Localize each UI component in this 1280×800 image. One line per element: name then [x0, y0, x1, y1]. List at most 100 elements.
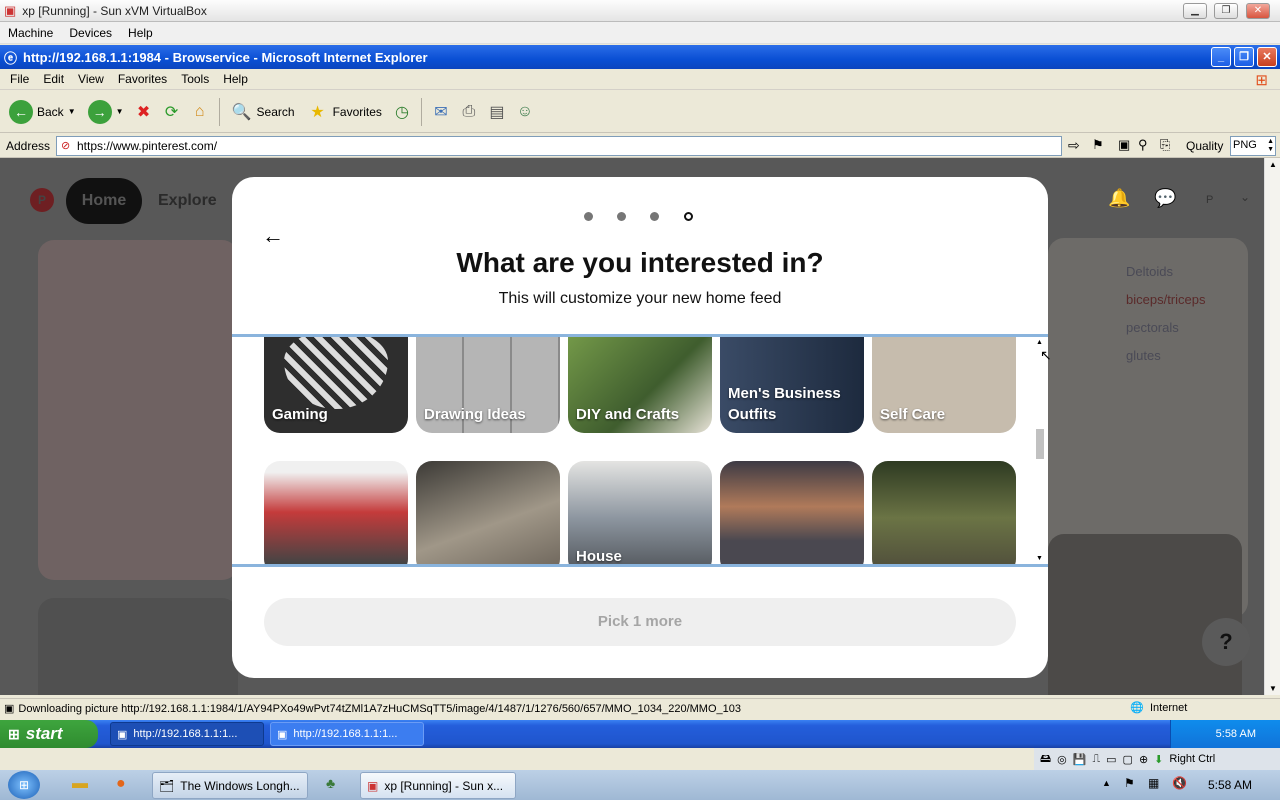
explorer-icon[interactable]: ▬ [72, 775, 88, 793]
topic-card-diy-crafts[interactable]: DIY and Crafts [568, 337, 712, 433]
back-arrow-icon[interactable]: ← [262, 223, 284, 249]
back-arrow-icon: ← [9, 99, 33, 124]
xp-taskbar-ie-window-1[interactable]: ▣ http://192.168.1.1:1... [110, 722, 264, 746]
floppy-icon[interactable]: 💾 [1073, 753, 1087, 766]
notifications-icon[interactable]: 🔔 [1108, 188, 1130, 209]
usb-icon[interactable]: ⎍ [1092, 753, 1100, 766]
favorites-button[interactable]: ★ Favorites [304, 96, 385, 128]
address-bar: Address ⊘ https://www.pinterest.com/ ⇨ ⚑… [0, 134, 1280, 158]
print-icon[interactable]: ⎙ [458, 101, 480, 123]
vbox-restore-button[interactable]: ❐ [1214, 3, 1238, 19]
hdd-icon[interactable]: 🖴 [1040, 750, 1051, 769]
go-arrow-icon[interactable]: ⇨ [1068, 137, 1080, 154]
home-icon[interactable]: ⌂ [189, 101, 211, 123]
vbox-title-bar: ▣ xp [Running] - Sun xVM VirtualBox ▁ ❐ … [0, 0, 1280, 22]
ie-menu-file[interactable]: File [10, 72, 29, 86]
vbox-close-button[interactable]: ✕ [1246, 3, 1270, 19]
volume-muted-icon[interactable]: 🔇 [1172, 776, 1187, 790]
vbox-menu-help[interactable]: Help [128, 26, 153, 40]
pinterest-logo[interactable]: P [30, 188, 54, 212]
ie-maximize-button[interactable]: ❐ [1234, 47, 1254, 67]
ie-menu-tools[interactable]: Tools [181, 72, 209, 86]
topic-card-wildlife[interactable] [872, 461, 1016, 564]
scroll-down-icon[interactable]: ▼ [1269, 684, 1277, 693]
windows-taskbar-longhorn[interactable]: 🗂 The Windows Longh... [152, 772, 308, 799]
note-biceps: biceps/triceps [1126, 292, 1206, 307]
ie-menu-favorites[interactable]: Favorites [118, 72, 167, 86]
topic-card-writing[interactable] [416, 461, 560, 564]
mail-icon[interactable]: ✉ [430, 101, 452, 123]
search-button[interactable]: 🔍 Search [228, 96, 298, 128]
history-icon[interactable]: ◷ [391, 101, 413, 123]
topic-card-mens-business-outfits[interactable]: Men's Business Outfits [720, 337, 864, 433]
windows-start-orb[interactable]: ⊞ [8, 771, 40, 799]
grid-scrollbar[interactable]: ▲ ▼ [1034, 337, 1046, 564]
topic-card-zen[interactable] [720, 461, 864, 564]
ie-minimize-button[interactable]: _ [1211, 47, 1231, 67]
action-center-icon[interactable]: ⚑ [1124, 776, 1135, 790]
capture-icon[interactable]: ⬇ [1154, 753, 1163, 766]
vbox-minimize-button[interactable]: ▁ [1183, 3, 1207, 19]
clipboard-icon[interactable]: ⎘ [1160, 137, 1170, 153]
step-dot-active [684, 212, 693, 221]
page-scrollbar[interactable]: ▲ ▼ [1264, 158, 1280, 695]
favorites-star-icon: ★ [310, 103, 325, 121]
ie-menu-edit[interactable]: Edit [43, 72, 64, 86]
shared-folder-icon[interactable]: ▭ [1106, 753, 1116, 766]
start-button[interactable]: ⊞ start [0, 720, 98, 748]
profile-avatar[interactable]: P [1206, 194, 1213, 206]
ie-close-button[interactable]: ✕ [1257, 47, 1277, 67]
page-tools-icon[interactable]: ▣ [1118, 137, 1130, 153]
topic-card-self-care[interactable]: Self Care [872, 337, 1016, 433]
find-icon[interactable]: ⚲ [1138, 137, 1148, 153]
back-button[interactable]: ← Back ▼ [6, 96, 79, 128]
messages-icon[interactable]: 💬 [1154, 188, 1176, 209]
background-pin-notes: Deltoids biceps/triceps pectorals glutes [1126, 258, 1205, 370]
mouse-integration-icon[interactable]: ⊕ [1139, 753, 1148, 766]
stop-icon[interactable]: ✖ [133, 101, 155, 123]
help-button[interactable]: ? [1202, 618, 1250, 666]
internet-zone-icon: 🌐 [1130, 702, 1144, 714]
vbox-window-title: xp [Running] - Sun xVM VirtualBox [22, 3, 207, 18]
vbox-menu-devices[interactable]: Devices [69, 26, 112, 40]
forward-dropdown-icon[interactable]: ▼ [116, 107, 124, 116]
taskbar-label: xp [Running] - Sun x... [384, 778, 504, 793]
game-icon[interactable]: ♣ [326, 775, 335, 791]
ie-page-icon: ▣ [277, 728, 288, 741]
ie-menu-view[interactable]: View [78, 72, 104, 86]
xp-taskbar-ie-window-2[interactable]: ▣ http://192.168.1.1:1... [270, 722, 424, 746]
edit-icon[interactable]: ▤ [486, 101, 508, 123]
grid-scroll-thumb[interactable] [1036, 429, 1044, 459]
forward-arrow-icon: → [87, 99, 112, 124]
grid-scroll-down-icon[interactable]: ▼ [1036, 555, 1043, 562]
nav-home-button[interactable]: Home [66, 178, 142, 224]
quality-select[interactable]: PNG ▲ ▼ [1230, 136, 1276, 156]
topic-card-drawing-ideas[interactable]: Drawing Ideas [416, 337, 560, 433]
bookmark-icon[interactable]: ⚑ [1092, 137, 1104, 153]
windows-flag-icon: ⊞ [8, 725, 20, 742]
network-tray-icon[interactable]: ▦ [1148, 776, 1159, 790]
cd-icon[interactable]: ◎ [1057, 753, 1067, 766]
vbox-menu-machine[interactable]: Machine [8, 26, 53, 40]
grid-scroll-up-icon[interactable]: ▲ [1036, 339, 1043, 346]
windows-taskbar-virtualbox[interactable]: ▣ xp [Running] - Sun x... [360, 772, 516, 799]
refresh-icon[interactable]: ⟳ [161, 101, 183, 123]
ie-menu-help[interactable]: Help [223, 72, 248, 86]
topic-card-cars[interactable] [264, 461, 408, 564]
firefox-icon[interactable]: ● [116, 775, 126, 793]
pick-more-button[interactable]: Pick 1 more [264, 598, 1016, 646]
topic-card-house[interactable]: House [568, 461, 712, 564]
address-input[interactable]: ⊘ https://www.pinterest.com/ [56, 136, 1062, 156]
forward-button[interactable]: → ▼ [85, 96, 127, 128]
modal-subtitle: This will customize your new home feed [498, 290, 782, 307]
network-adapter-icon[interactable]: ▢ [1123, 753, 1133, 766]
page-icon: ⊘ [61, 140, 71, 152]
tray-expand-icon[interactable]: ▲ [1102, 778, 1111, 788]
account-chevron-icon[interactable]: ⌄ [1240, 190, 1250, 204]
scroll-up-icon[interactable]: ▲ [1269, 160, 1277, 169]
back-dropdown-icon[interactable]: ▼ [68, 107, 76, 116]
messenger-icon[interactable]: ☺ [514, 101, 536, 123]
nav-explore-link[interactable]: Explore [158, 192, 217, 210]
topic-card-gaming[interactable]: Gaming [264, 337, 408, 433]
start-label: start [25, 724, 63, 743]
